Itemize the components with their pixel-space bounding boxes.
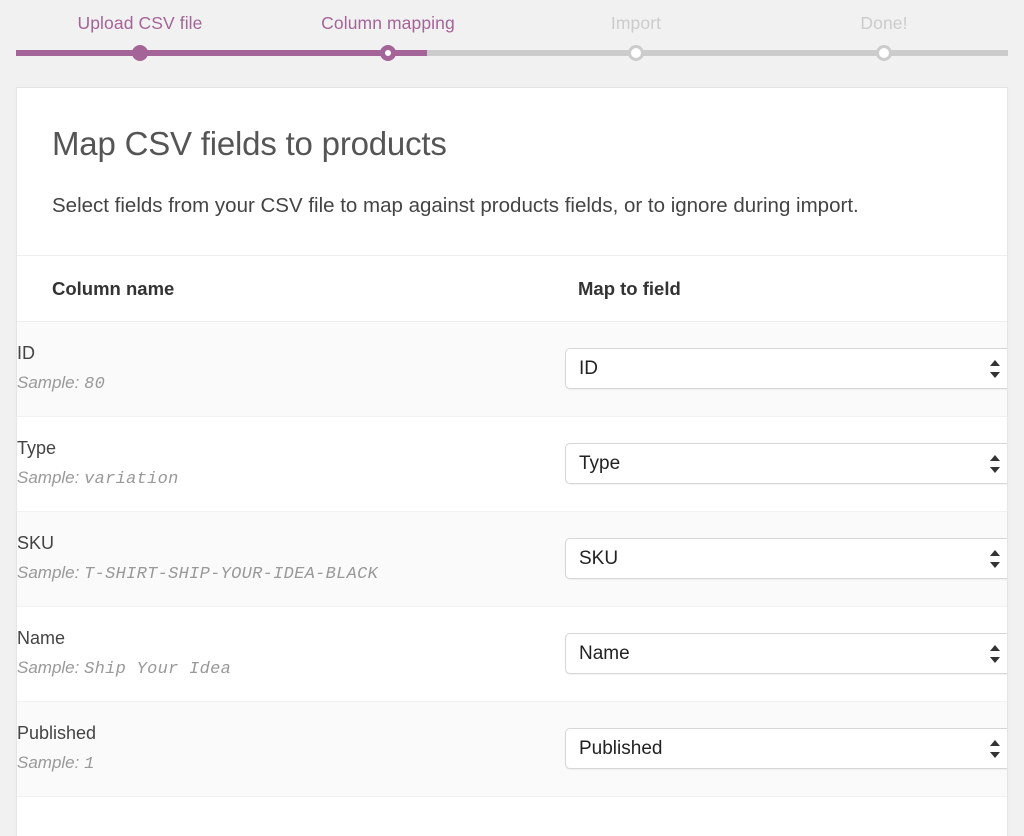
page-title: Map CSV fields to products (52, 125, 447, 162)
table-row: ID Sample: 80 ID (17, 321, 1007, 417)
sample-value: 1 (84, 754, 95, 774)
table-row: Published Sample: 1 Published (17, 701, 1007, 797)
cell-map-to-field: Type (565, 416, 1007, 512)
stepper-label-upload-csv-file[interactable]: Upload CSV file (16, 11, 264, 35)
stepper-dot-cell-done (760, 45, 1008, 61)
stepper-dot-cell-mapping (264, 45, 512, 61)
table-row: Name Sample: Ship Your Idea Name (17, 606, 1007, 702)
column-name-label: ID (17, 343, 35, 364)
column-sample: Sample: 1 (17, 752, 565, 775)
map-field-select-published[interactable]: Published (565, 728, 1007, 770)
cell-column-name: Type Sample: variation (17, 416, 565, 512)
stepper-dot-cell-upload (16, 45, 264, 61)
stepper-dots (16, 45, 1008, 61)
column-name-label: Type (17, 438, 57, 459)
stepper-dot-cell-import (512, 45, 760, 61)
column-mapping-table: Column name Map to field ID Sample: 80 I… (17, 255, 1007, 797)
map-field-select-sku[interactable]: SKU (565, 538, 1007, 580)
sample-value: T-SHIRT-SHIP-YOUR-IDEA-BLACK (84, 564, 379, 584)
table-row: SKU Sample: T-SHIRT-SHIP-YOUR-IDEA-BLACK… (17, 511, 1007, 607)
cell-column-name: Published Sample: 1 (17, 701, 565, 797)
table-header-map-to-field: Map to field (565, 255, 1007, 322)
column-name-label: Name (17, 628, 66, 649)
stepper-labels: Upload CSV file Column mapping Import Do… (16, 11, 1008, 35)
stepper-dot-import (628, 45, 644, 61)
sample-prefix: Sample: (17, 372, 80, 392)
stepper-label-column-mapping[interactable]: Column mapping (264, 11, 512, 35)
sample-prefix: Sample: (17, 562, 80, 582)
stepper-dot-upload-csv-file[interactable] (132, 45, 148, 61)
table-header-row: Column name Map to field (17, 255, 1007, 322)
map-field-select-type[interactable]: Type (565, 443, 1007, 485)
cell-column-name: Name Sample: Ship Your Idea (17, 606, 565, 702)
stepper-dot-column-mapping[interactable] (380, 45, 396, 61)
cell-column-name: ID Sample: 80 (17, 321, 565, 417)
table-header-column-name: Column name (17, 255, 565, 322)
stepper-label-import: Import (610, 13, 662, 33)
column-sample: Sample: T-SHIRT-SHIP-YOUR-IDEA-BLACK (17, 562, 565, 585)
table-row: Type Sample: variation Type (17, 416, 1007, 512)
cell-map-to-field: Published (565, 701, 1007, 797)
map-field-select-wrapper[interactable]: Published (565, 728, 1007, 770)
card-header: Map CSV fields to products Select fields… (17, 88, 1007, 221)
sample-prefix: Sample: (17, 467, 80, 487)
cell-column-name: SKU Sample: T-SHIRT-SHIP-YOUR-IDEA-BLACK (17, 511, 565, 607)
map-field-select-wrapper[interactable]: ID (565, 348, 1007, 390)
page-description: Select fields from your CSV file to map … (52, 193, 859, 217)
sample-value: Ship Your Idea (84, 659, 232, 679)
stepper-dot-done (876, 45, 892, 61)
column-sample: Sample: variation (17, 467, 565, 490)
column-sample: Sample: 80 (17, 372, 565, 395)
column-sample: Sample: Ship Your Idea (17, 657, 565, 680)
cell-map-to-field: SKU (565, 511, 1007, 607)
sample-prefix: Sample: (17, 752, 80, 772)
sample-prefix: Sample: (17, 657, 80, 677)
cell-map-to-field: ID (565, 321, 1007, 417)
import-stepper: Upload CSV file Column mapping Import Do… (0, 0, 1024, 87)
table-head: Column name Map to field (17, 255, 1007, 322)
column-mapping-card: Map CSV fields to products Select fields… (16, 87, 1008, 836)
sample-value: 80 (84, 374, 106, 394)
table-body: ID Sample: 80 ID Type Sample: variation … (17, 321, 1007, 797)
map-field-select-wrapper[interactable]: SKU (565, 538, 1007, 580)
column-name-label: Published (17, 723, 97, 744)
map-field-select-wrapper[interactable]: Type (565, 443, 1007, 485)
stepper-label-done: Done! (860, 13, 908, 33)
sample-value: variation (84, 469, 179, 489)
cell-map-to-field: Name (565, 606, 1007, 702)
map-field-select-wrapper[interactable]: Name (565, 633, 1007, 675)
map-field-select-name[interactable]: Name (565, 633, 1007, 675)
map-field-select-id[interactable]: ID (565, 348, 1007, 390)
column-name-label: SKU (17, 533, 55, 554)
